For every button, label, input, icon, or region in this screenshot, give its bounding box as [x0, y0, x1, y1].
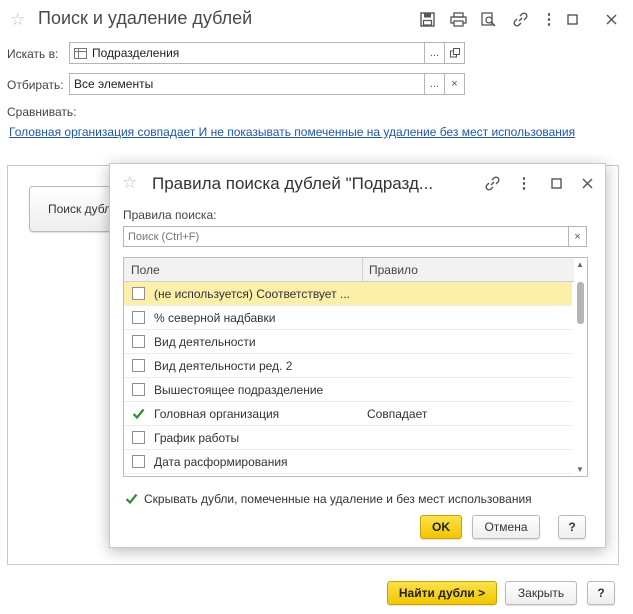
row-field: (не используется) Соответствует ...: [154, 287, 350, 301]
column-header-field[interactable]: Поле: [131, 263, 160, 277]
column-header-rule[interactable]: Правило: [369, 263, 418, 277]
save-icon[interactable]: [417, 9, 437, 29]
search-in-label: Искать в:: [7, 47, 59, 61]
window-title: Поиск и удаление дублей: [38, 8, 253, 28]
open-icon[interactable]: [445, 42, 465, 64]
cancel-button[interactable]: Отмена: [472, 515, 540, 539]
filter-label: Отбирать:: [7, 78, 64, 92]
rules-label: Правила поиска:: [123, 208, 217, 222]
row-checkbox[interactable]: [132, 311, 145, 324]
filter-field-group: Все элементы ... ×: [69, 73, 465, 95]
compare-conditions-link[interactable]: Головная организация совпадает И не пока…: [9, 125, 575, 139]
link-icon[interactable]: [510, 9, 530, 29]
row-checkbox[interactable]: [132, 287, 145, 300]
dialog-title: Правила поиска дублей "Подразд...: [152, 174, 434, 193]
rules-table: Поле Правило (не используется) Соответст…: [123, 257, 588, 477]
find-duplicates-button[interactable]: Найти дубли >: [387, 581, 497, 605]
dialog-more-menu-icon[interactable]: ⋮: [514, 173, 534, 193]
print-icon[interactable]: [448, 9, 468, 29]
row-field: Вышестоящее подразделение: [154, 383, 324, 397]
dialog-link-icon[interactable]: [482, 173, 502, 193]
more-menu-icon[interactable]: ⋮: [539, 9, 559, 29]
row-field: Вид деятельности: [154, 335, 256, 349]
column-divider: [362, 258, 363, 282]
row-checkbox[interactable]: [132, 335, 145, 348]
row-checkbox[interactable]: [132, 431, 145, 444]
row-checkbox[interactable]: [132, 383, 145, 396]
search-in-value: Подразделения: [92, 46, 180, 60]
rules-search-input[interactable]: [123, 226, 569, 247]
table-row[interactable]: Вышестоящее подразделение: [124, 378, 572, 402]
select-button[interactable]: ...: [425, 42, 445, 64]
table-row[interactable]: (не используется) Соответствует ...: [124, 282, 572, 306]
scroll-up-icon[interactable]: ▲: [576, 260, 584, 269]
compare-label: Сравнивать:: [7, 105, 77, 119]
row-field: График работы: [154, 431, 240, 445]
catalog-icon: [74, 47, 87, 59]
maximize-icon[interactable]: [562, 9, 582, 29]
dialog-maximize-icon[interactable]: [546, 173, 566, 193]
ok-button[interactable]: OK: [420, 515, 462, 539]
favorite-star-icon[interactable]: ☆: [10, 10, 25, 30]
scroll-thumb[interactable]: [577, 282, 584, 324]
search-in-field[interactable]: Подразделения: [69, 42, 425, 64]
row-field: % северной надбавки: [154, 311, 276, 325]
scroll-down-icon[interactable]: ▼: [576, 465, 584, 474]
preview-icon[interactable]: [478, 9, 498, 29]
table-body: (не используется) Соответствует ... % сев…: [124, 282, 574, 476]
help-button[interactable]: ?: [587, 581, 615, 605]
search-in-field-group: Подразделения ...: [69, 42, 465, 64]
dialog-favorite-star-icon[interactable]: ☆: [122, 173, 137, 193]
dialog-help-button[interactable]: ?: [558, 515, 586, 539]
hide-duplicates-checkbox[interactable]: [125, 492, 138, 506]
close-button[interactable]: Закрыть: [505, 581, 577, 605]
table-scrollbar[interactable]: ▲ ▼: [574, 258, 587, 476]
row-rule: Совпадает: [367, 407, 428, 421]
table-row[interactable]: Вид деятельности: [124, 330, 572, 354]
row-field: Вид деятельности ред. 2: [154, 359, 293, 373]
table-row[interactable]: График работы: [124, 426, 572, 450]
row-checkbox[interactable]: [132, 455, 145, 468]
table-row[interactable]: % северной надбавки: [124, 306, 572, 330]
filter-value: Все элементы: [74, 77, 154, 91]
row-field: Головная организация: [154, 407, 280, 421]
table-row[interactable]: Вид деятельности ред. 2: [124, 354, 572, 378]
rules-search-group: ×: [123, 226, 587, 247]
hide-duplicates-label: Скрывать дубли, помеченные на удаление и…: [144, 492, 532, 506]
table-row[interactable]: Дата расформирования: [124, 450, 572, 474]
rules-search-clear-icon[interactable]: ×: [569, 226, 587, 247]
filter-field[interactable]: Все элементы: [69, 73, 425, 95]
hide-duplicates-option[interactable]: Скрывать дубли, помеченные на удаление и…: [125, 492, 532, 506]
table-header: Поле Правило: [124, 258, 587, 282]
row-field: Дата расформирования: [154, 455, 288, 469]
row-checkbox[interactable]: [132, 407, 145, 420]
table-row[interactable]: Головная организация Совпадает: [124, 402, 572, 426]
close-icon[interactable]: [601, 9, 621, 29]
search-rules-dialog: ☆ Правила поиска дублей "Подразд... ⋮ Пр…: [109, 163, 606, 548]
filter-select-button[interactable]: ...: [425, 73, 445, 95]
clear-icon[interactable]: ×: [445, 73, 465, 95]
dialog-close-icon[interactable]: [577, 173, 597, 193]
row-checkbox[interactable]: [132, 359, 145, 372]
